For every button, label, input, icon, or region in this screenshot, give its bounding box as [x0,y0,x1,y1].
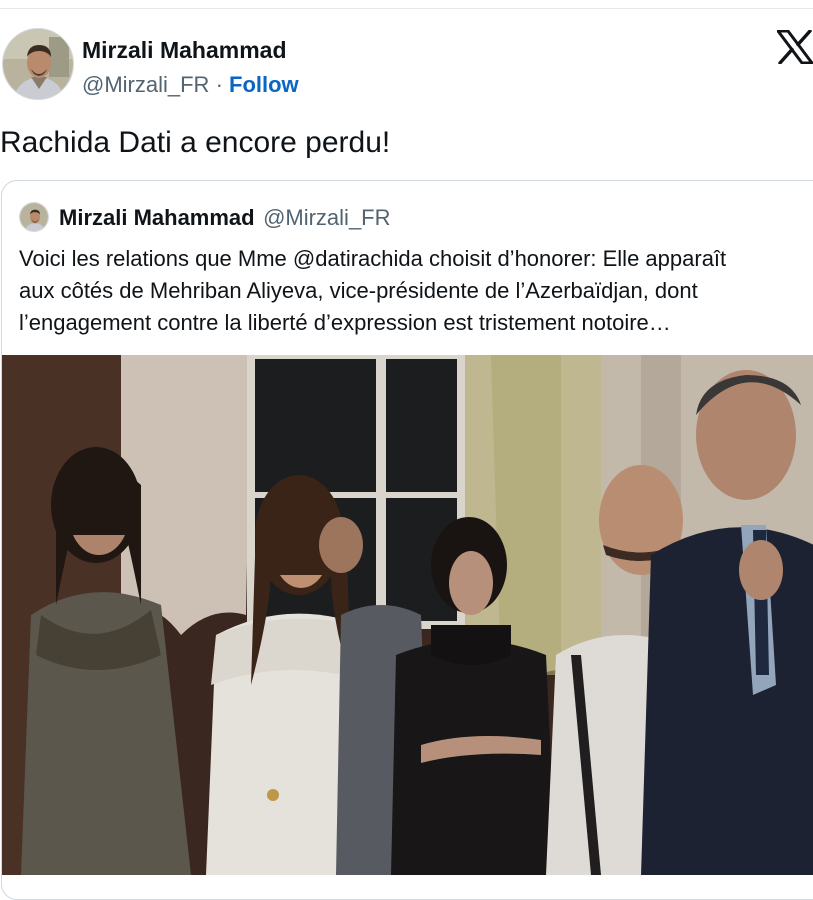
quoted-header: Mirzali Mahammad @Mirzali_FR [59,204,391,235]
top-divider [0,8,813,9]
author-block: Mirzali Mahammad @Mirzali_FR · Follow [82,36,299,98]
quoted-author-handle: @Mirzali_FR [263,205,391,230]
quoted-author-name: Mirzali Mahammad [59,205,255,230]
quoted-text-line: l’engagement contre la liberté d’express… [19,310,671,335]
quoted-tweet-card[interactable]: Mirzali Mahammad @Mirzali_FR Voici les r… [1,180,813,900]
event-photo[interactable] [1,355,813,875]
quoted-avatar-image [20,203,48,231]
tweet-text: Rachida Dati a encore perdu! [0,126,391,159]
author-handle[interactable]: @Mirzali_FR [82,72,209,97]
author-handle-row: @Mirzali_FR · Follow [82,72,299,98]
handle-separator: · [209,72,230,97]
follow-button[interactable]: Follow [229,72,299,97]
quoted-text-line: aux côtés de Mehriban Aliyeva, vice-prés… [19,278,698,303]
quoted-text: Voici les relations que Mme @datirachida… [19,243,799,339]
author-avatar[interactable] [2,28,74,100]
x-logo-icon[interactable] [776,29,813,65]
author-name[interactable]: Mirzali Mahammad [82,36,299,64]
quoted-author-avatar [19,202,49,232]
quoted-text-line: Voici les relations que Mme @datirachida… [19,246,727,271]
avatar-image [3,29,73,99]
